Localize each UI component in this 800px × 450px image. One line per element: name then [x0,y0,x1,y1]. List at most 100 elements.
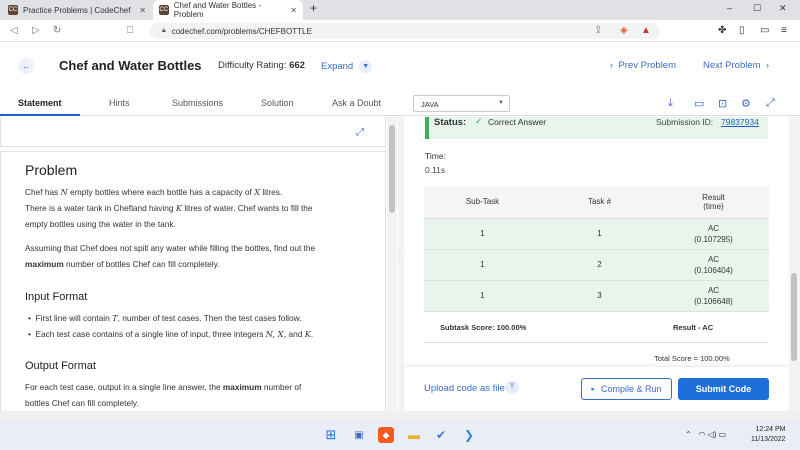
brave-browser-icon[interactable]: ◆ [378,427,394,443]
rewards-icon[interactable]: ▲ [641,25,651,36]
wallet-icon[interactable]: ▭ [760,25,769,36]
scrollbar-thumb[interactable] [791,273,797,361]
tab-ask-doubt[interactable]: Ask a Doubt [332,98,381,108]
expand-label: Expand [321,61,354,72]
browser-tab-problem[interactable]: CC Chef and Water Bottles - Problem ✕ [153,0,303,20]
scrollbar-thumb[interactable] [389,125,395,213]
submit-code-button[interactable]: Submit Code [678,378,769,400]
text: and [286,329,305,339]
minimize-icon[interactable]: – [727,3,732,13]
system-tray[interactable]: ⌃ ◠ ◁) ▭ [685,430,726,439]
url-input[interactable]: 🔒︎ codechef.com/problems/CHEFBOTTLE [150,23,660,39]
result-text: AC [707,285,720,295]
cell-task: 2 [541,249,658,281]
bookmark-icon[interactable]: ⎕ [127,25,133,36]
share-icon[interactable]: ⇪ [594,25,602,36]
todo-check-icon[interactable]: ✔ [433,427,449,443]
statement-top-card: ⤢ [0,117,386,147]
menu-icon[interactable]: ≡ [781,25,787,36]
text: There is a water tank in Chefland having [25,203,176,213]
forward-nav-icon[interactable]: ▷ [32,25,40,36]
output-paragraph: For each test case, output in a single l… [25,379,365,411]
expand-statement-icon[interactable]: ⤢ [356,127,364,138]
cell-subtask: 1 [424,249,541,281]
text: First line will contain [35,313,113,323]
download-icon[interactable]: ⤓ [668,97,673,110]
chevron-up-icon: ⌃ [685,430,692,439]
fullscreen-icon[interactable]: ⤢ [766,97,775,110]
vscode-icon[interactable]: ❯ [461,427,477,443]
extensions-icon[interactable]: ✤ [718,25,726,36]
brave-shield-icon[interactable]: ◈ [620,25,628,36]
language-select[interactable]: JAVA ▼ [413,95,510,112]
cell-result: AC (0.106404) [658,249,769,281]
settings-gear-icon[interactable]: ⚙ [741,97,751,110]
input-bullet-1: • First line will contain T, number of t… [28,313,302,323]
result-text: AC [707,254,720,264]
difficulty-rating: Difficulty Rating: 662 [218,60,305,71]
browser-tab-bar: CC Practice Problems | CodeChef ✕ CC Che… [0,0,800,20]
expand-button[interactable]: Expand ▼ [321,60,373,73]
statement-scrollbar[interactable] [387,117,397,421]
table-row: 1 2 AC (0.106404) [424,249,769,281]
next-problem-label: Next Problem [703,60,761,71]
text: bottles Chef can fill completely. [25,398,139,408]
sidebar-icon[interactable]: ▯ [739,25,745,36]
check-icon: ✓ [475,116,483,126]
back-nav-icon[interactable]: ◁ [10,25,18,36]
clock-time: 12:24 PM [755,426,786,433]
tab-title: Chef and Water Bottles - Problem [173,1,262,19]
tab-statement[interactable]: Statement [18,98,62,108]
close-window-icon[interactable]: ✕ [779,3,787,14]
compile-run-button[interactable]: ▸ Compile & Run [581,378,672,400]
browser-tab-practice[interactable]: CC Practice Problems | CodeChef ✕ [2,0,152,20]
active-tab-indicator [0,114,80,116]
clock-date: 11/13/2022 [751,436,786,443]
subtask-score: Subtask Score: 100.00% [440,323,527,332]
new-tab-icon[interactable]: + [310,1,317,15]
text: , number of test cases. Then the test ca… [117,313,302,323]
maximize-icon[interactable]: ☐ [753,3,761,14]
save-icon[interactable]: ⊡ [718,97,727,110]
cell-subtask: 1 [424,218,541,250]
text: number of [261,382,302,392]
tab-hints[interactable]: Hints [109,98,130,108]
text: empty bottles using the water in the tan… [25,219,176,229]
output-format-heading: Output Format [25,360,96,372]
text: Chef has [25,187,61,197]
comment-icon[interactable]: ▭ [694,97,704,110]
prev-problem-button[interactable]: ‹ Prev Problem [610,60,676,71]
statement-paragraph-1: Chef has N empty bottles where each bott… [25,184,365,232]
time-label: Time: [425,151,446,161]
file-explorer-icon[interactable]: ▬ [406,427,422,443]
codechef-favicon-icon: CC [159,5,169,15]
text-bold: maximum [222,382,262,392]
close-tab-icon[interactable]: ✕ [290,6,297,15]
next-problem-button[interactable]: Next Problem › [703,60,769,71]
result-scrollbar[interactable] [789,117,800,421]
cell-result: AC (0.107295) [658,218,769,250]
photos-icon[interactable]: ▣ [351,427,367,443]
text: Assuming that Chef does not spill any wa… [25,243,316,253]
upload-code-link[interactable]: Upload code as file [424,383,505,394]
upload-icon[interactable]: ⤒ [505,380,519,394]
clock[interactable]: 12:24 PM 11/13/2022 [751,425,786,445]
close-tab-icon[interactable]: ✕ [139,6,146,15]
horizontal-scrollbar[interactable] [0,411,800,421]
windows-start-icon[interactable]: ⊞ [323,427,339,443]
header-text: (time) [703,201,724,211]
chevron-right-icon: › [765,60,770,71]
results-table: Sub-Task Task # Result (time) 1 1 AC (0.10… [424,186,769,312]
submission-id-link[interactable]: 79837934 [721,117,759,127]
back-arrow-icon[interactable]: ← [18,58,34,74]
lock-icon: 🔒︎ [162,27,166,34]
table-header-row: Sub-Task Task # Result (time) [424,186,769,219]
play-icon: ▸ [591,386,595,393]
url-text: codechef.com/problems/CHEFBOTTLE [171,26,312,36]
tab-solution[interactable]: Solution [261,98,294,108]
result-time: (0.106648) [694,296,733,306]
text-bold: maximum [25,259,64,269]
tab-submissions[interactable]: Submissions [172,98,223,108]
reload-icon[interactable]: ↻ [53,25,61,36]
time-value: 0.11s [425,165,446,175]
